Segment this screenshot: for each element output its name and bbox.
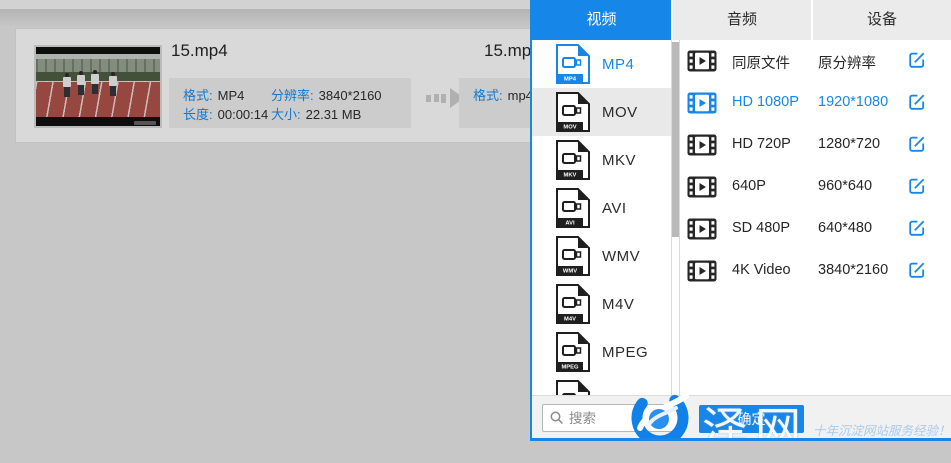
- edit-icon[interactable]: [908, 177, 926, 195]
- tab-video[interactable]: 视频: [532, 0, 671, 40]
- popup-tab-bar: 视频 音频 设备: [532, 0, 951, 40]
- quality-resolution: 1920*1080: [818, 94, 888, 110]
- format-row[interactable]: AVI AVI: [532, 184, 671, 232]
- svg-text:MPEG: MPEG: [561, 365, 579, 371]
- quality-name: HD 1080P: [732, 94, 799, 110]
- video-file-format-icon: [556, 380, 590, 395]
- scrollbar-thumb[interactable]: [672, 42, 679, 237]
- quality-name: 640P: [732, 178, 766, 194]
- film-strip-icon: [687, 50, 717, 72]
- edit-icon[interactable]: [908, 51, 926, 69]
- film-strip-icon: [687, 92, 717, 114]
- edit-icon[interactable]: [908, 135, 926, 153]
- svg-text:WMV: WMV: [563, 269, 577, 275]
- quality-row[interactable]: SD 480P 640*480: [680, 208, 951, 250]
- quality-row[interactable]: HD 720P 1280*720: [680, 124, 951, 166]
- format-row[interactable]: MP4 MP4: [532, 40, 671, 88]
- video-file-format-icon: M4V: [556, 284, 590, 324]
- film-strip-icon: [687, 260, 717, 282]
- svg-text:M4V: M4V: [564, 317, 576, 323]
- quality-row[interactable]: 同原文件 原分辨率: [680, 40, 951, 82]
- quality-resolution: 3840*2160: [818, 262, 888, 278]
- quality-name: HD 720P: [732, 136, 791, 152]
- svg-text:MP4: MP4: [564, 77, 577, 83]
- tab-audio[interactable]: 音频: [671, 0, 811, 40]
- video-file-format-icon: MP4: [556, 44, 590, 84]
- edit-icon[interactable]: [908, 261, 926, 279]
- format-label: AVI: [602, 200, 627, 217]
- quality-resolution: 1280*720: [818, 136, 880, 152]
- edit-icon[interactable]: [908, 93, 926, 111]
- modal-dim-overlay: [0, 0, 530, 463]
- edit-icon[interactable]: [908, 219, 926, 237]
- quality-name: 4K Video: [732, 262, 791, 278]
- video-file-format-icon: MPEG: [556, 332, 590, 372]
- svg-text:AVI: AVI: [565, 221, 575, 227]
- film-strip-icon: [687, 134, 717, 156]
- format-label: WMV: [602, 248, 640, 265]
- svg-text:MKV: MKV: [564, 173, 577, 179]
- watermark-tagline: 十年沉淀网站服务经验！: [813, 420, 951, 439]
- format-list: MP4 MP4 MOV MOV MKV: [532, 40, 671, 395]
- video-file-format-icon: AVI: [556, 188, 590, 228]
- quality-name: SD 480P: [732, 220, 790, 236]
- svg-text:MOV: MOV: [563, 125, 576, 131]
- watermark-swirl-logo: [626, 390, 698, 441]
- tab-device[interactable]: 设备: [811, 0, 951, 40]
- format-list-scrollbar[interactable]: [671, 40, 680, 395]
- format-row[interactable]: M4V M4V: [532, 280, 671, 328]
- format-label: MOV: [602, 104, 638, 121]
- quality-list: 同原文件 原分辨率 HD 1080P 1920*1080: [680, 40, 951, 395]
- quality-row[interactable]: 640P 960*640: [680, 166, 951, 208]
- search-icon: [550, 411, 564, 425]
- format-label: MPEG: [602, 344, 648, 361]
- format-row[interactable]: WMV WMV: [532, 232, 671, 280]
- format-label: MP4: [602, 56, 634, 73]
- format-label: M4V: [602, 296, 634, 313]
- quality-row[interactable]: 4K Video 3840*2160: [680, 250, 951, 292]
- format-row[interactable]: MOV MOV: [532, 88, 671, 136]
- watermark-big-text: 泽网: [702, 393, 808, 441]
- quality-resolution: 640*480: [818, 220, 872, 236]
- format-row[interactable]: MKV MKV: [532, 136, 671, 184]
- format-row[interactable]: MPEG MPEG: [532, 328, 671, 376]
- output-format-popup: 视频 音频 设备 MP4 MP4 MO: [530, 0, 951, 441]
- quality-resolution: 原分辨率: [818, 52, 876, 73]
- modal-dim-overlay-bottom: [530, 441, 951, 463]
- video-file-format-icon: MKV: [556, 140, 590, 180]
- quality-row[interactable]: HD 1080P 1920*1080: [680, 82, 951, 124]
- film-strip-icon: [687, 218, 717, 240]
- app-window: 15.mp4 格式:MP4 分辨率:3840*2160 长度:00:00:14 …: [0, 0, 951, 463]
- quality-name: 同原文件: [732, 52, 790, 73]
- quality-resolution: 960*640: [818, 178, 872, 194]
- video-file-format-icon: MOV: [556, 92, 590, 132]
- format-label: MKV: [602, 152, 636, 169]
- film-strip-icon: [687, 176, 717, 198]
- video-file-format-icon: WMV: [556, 236, 590, 276]
